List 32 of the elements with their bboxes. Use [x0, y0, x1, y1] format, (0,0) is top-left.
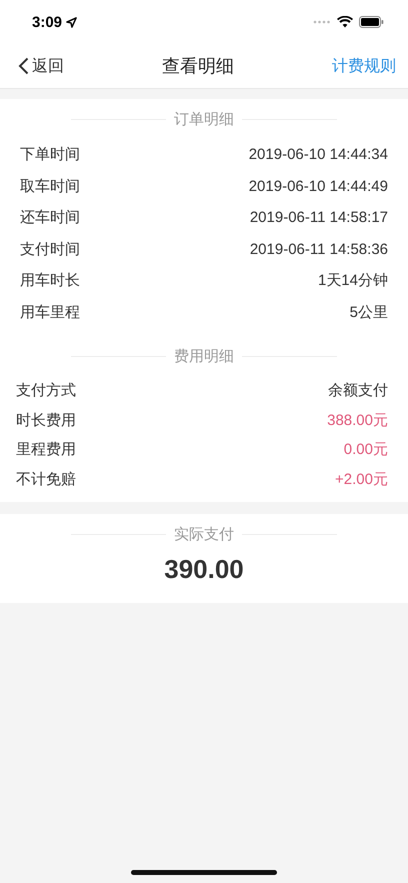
detail-label: 支付时间 [20, 240, 80, 259]
total-amount: 390.00 [163, 554, 245, 586]
fee-value: 388.00元 [327, 410, 388, 430]
page-title: 查看明细 [162, 55, 234, 78]
chevron-left-icon [18, 57, 29, 75]
detail-value: 1天14分钟 [318, 271, 388, 290]
fee-label: 时长费用 [16, 410, 76, 430]
detail-value: 2019-06-10 14:44:34 [248, 146, 388, 164]
detail-value: 2019-06-11 14:58:17 [250, 209, 388, 226]
detail-value: 2019-06-11 14:58:36 [250, 240, 388, 258]
detail-label: 用车里程 [20, 302, 80, 322]
wifi-icon [337, 16, 353, 28]
section-heading: 实际支付 [174, 524, 234, 544]
detail-value: 2019-06-10 14:44:49 [248, 178, 388, 195]
fee-label: 支付方式 [16, 381, 76, 400]
fee-value: 余额支付 [328, 381, 388, 400]
detail-label: 取车时间 [20, 176, 80, 196]
status-time: 3:09 [32, 14, 62, 30]
section-heading: 订单明细 [174, 110, 234, 128]
fee-label: 里程费用 [16, 440, 76, 460]
detail-value: 5公里 [350, 302, 388, 322]
back-button[interactable]: 返回 [18, 56, 64, 76]
fee-value: +2.00元 [335, 470, 388, 490]
location-arrow-icon [66, 16, 78, 28]
detail-label: 还车时间 [20, 208, 80, 228]
fee-value: 0.00元 [344, 440, 388, 460]
detail-label: 下单时间 [20, 145, 80, 164]
fee-label: 不计免赔 [16, 470, 76, 490]
signal-icon [313, 20, 331, 24]
section-heading: 费用明细 [174, 346, 234, 366]
detail-label: 用车时长 [20, 271, 80, 290]
battery-icon [359, 16, 384, 28]
